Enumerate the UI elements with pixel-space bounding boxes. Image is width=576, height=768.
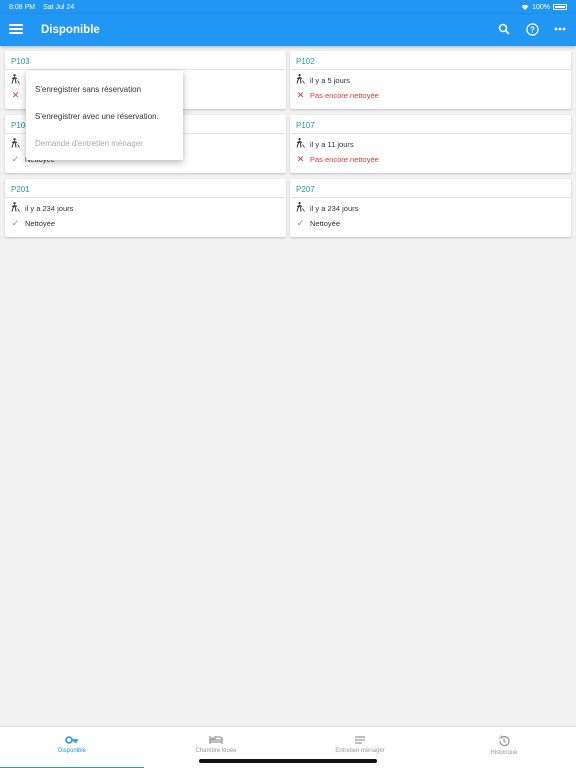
last-activity-row: il y a 5 jours <box>296 74 350 86</box>
help-icon[interactable]: ? <box>524 21 540 37</box>
last-activity-row: il y a 11 jours <box>296 138 354 150</box>
status-date: Sat Jul 24 <box>43 3 75 11</box>
key-icon <box>65 736 78 744</box>
room-card[interactable]: P102 il y a 5 jours ✕ Pas encore nettoyée <box>290 51 571 109</box>
last-activity-text: il y a 234 jours <box>310 203 359 213</box>
bed-icon <box>209 736 223 744</box>
room-card[interactable]: P201 il y a 234 jours ✓ Nettoyée <box>5 179 286 237</box>
walk-icon <box>11 74 20 86</box>
room-number: P107 <box>296 121 315 130</box>
history-icon <box>498 735 510 747</box>
room-card[interactable]: P207 il y a 234 jours ✓ Nettoyée <box>290 179 571 237</box>
walk-icon <box>11 138 20 150</box>
svg-text:?: ? <box>530 25 535 34</box>
card-divider <box>290 133 571 134</box>
last-activity-text: il y a 11 jours <box>310 139 354 149</box>
room-number: P201 <box>11 185 30 194</box>
walk-icon <box>11 202 20 214</box>
last-activity-row: il y a 234 jours <box>296 202 358 214</box>
walk-icon <box>296 138 305 150</box>
walk-icon <box>296 74 305 86</box>
cleaning-status-text: Pas encore nettoyée <box>310 155 379 164</box>
context-menu: S'enregistrer sans réservation S'enregis… <box>26 71 183 160</box>
nav-historique[interactable]: Historique <box>432 727 576 768</box>
last-activity-row <box>11 138 25 150</box>
cleaning-status-text: Nettoyée <box>310 219 341 228</box>
cleaning-status-row: ✓ Nettoyée <box>296 218 341 229</box>
nav-label: Historique <box>490 750 518 756</box>
card-divider <box>5 69 286 70</box>
nav-label: Chambre louée <box>195 748 237 754</box>
nav-label: Disponible <box>57 748 87 754</box>
cleaning-status-text: Pas encore nettoyée <box>310 91 379 100</box>
room-card[interactable]: P107 il y a 11 jours ✕ Pas encore nettoyée <box>290 115 571 173</box>
cleaning-status-row: ✓ Nettoyée <box>11 218 56 229</box>
nav-label: Entretien ménager <box>335 748 385 754</box>
status-time: 8:08 PM <box>9 3 36 11</box>
room-number: P207 <box>296 185 315 194</box>
last-activity-text: il y a 234 jours <box>25 203 74 213</box>
status-bar: 8:08 PM Sat Jul 24 100% <box>0 0 576 14</box>
app-bar-actions: ? <box>496 21 568 37</box>
home-indicator <box>199 759 377 763</box>
last-activity-row: il y a 234 jours <box>11 202 73 214</box>
menu-item-check-in-without-reservation[interactable]: S'enregistrer sans réservation <box>35 85 141 94</box>
card-divider <box>290 197 571 198</box>
cleaning-status-row: ✕ Pas encore nettoyée <box>296 90 379 101</box>
check-icon: ✓ <box>11 218 20 228</box>
more-icon[interactable] <box>552 21 568 37</box>
last-activity-text: il y a 5 jours <box>310 75 351 85</box>
check-icon: ✓ <box>11 154 20 164</box>
list-icon <box>355 736 365 744</box>
room-number: P103 <box>11 57 30 66</box>
close-icon: ✕ <box>11 90 20 100</box>
wifi-icon <box>521 4 529 10</box>
card-divider <box>5 197 286 198</box>
menu-icon[interactable] <box>9 22 23 36</box>
cleaning-status-row: ✕ Pas encore nettoyée <box>296 154 379 165</box>
menu-item-housekeeping-request: Demande d'entretien ménager <box>35 139 143 148</box>
battery-icon <box>553 4 567 10</box>
check-icon: ✓ <box>296 218 305 228</box>
search-icon[interactable] <box>496 21 512 37</box>
cleaning-status-text: Nettoyée <box>25 219 56 228</box>
close-icon: ✕ <box>296 90 305 100</box>
menu-item-check-in-with-reservation[interactable]: S'enregistrer avec une réservation. <box>35 112 159 121</box>
card-divider <box>290 69 571 70</box>
last-activity-row <box>11 74 25 86</box>
battery-percent: 100% <box>532 3 550 11</box>
cleaning-status-row: ✕ <box>11 91 25 100</box>
room-number: P102 <box>296 57 315 66</box>
walk-icon <box>296 202 305 214</box>
close-icon: ✕ <box>296 154 305 164</box>
page-title: Disponible <box>41 24 100 36</box>
nav-disponible[interactable]: Disponible <box>0 727 144 768</box>
status-right: 100% <box>521 4 567 11</box>
app-bar: Disponible ? <box>0 14 576 46</box>
